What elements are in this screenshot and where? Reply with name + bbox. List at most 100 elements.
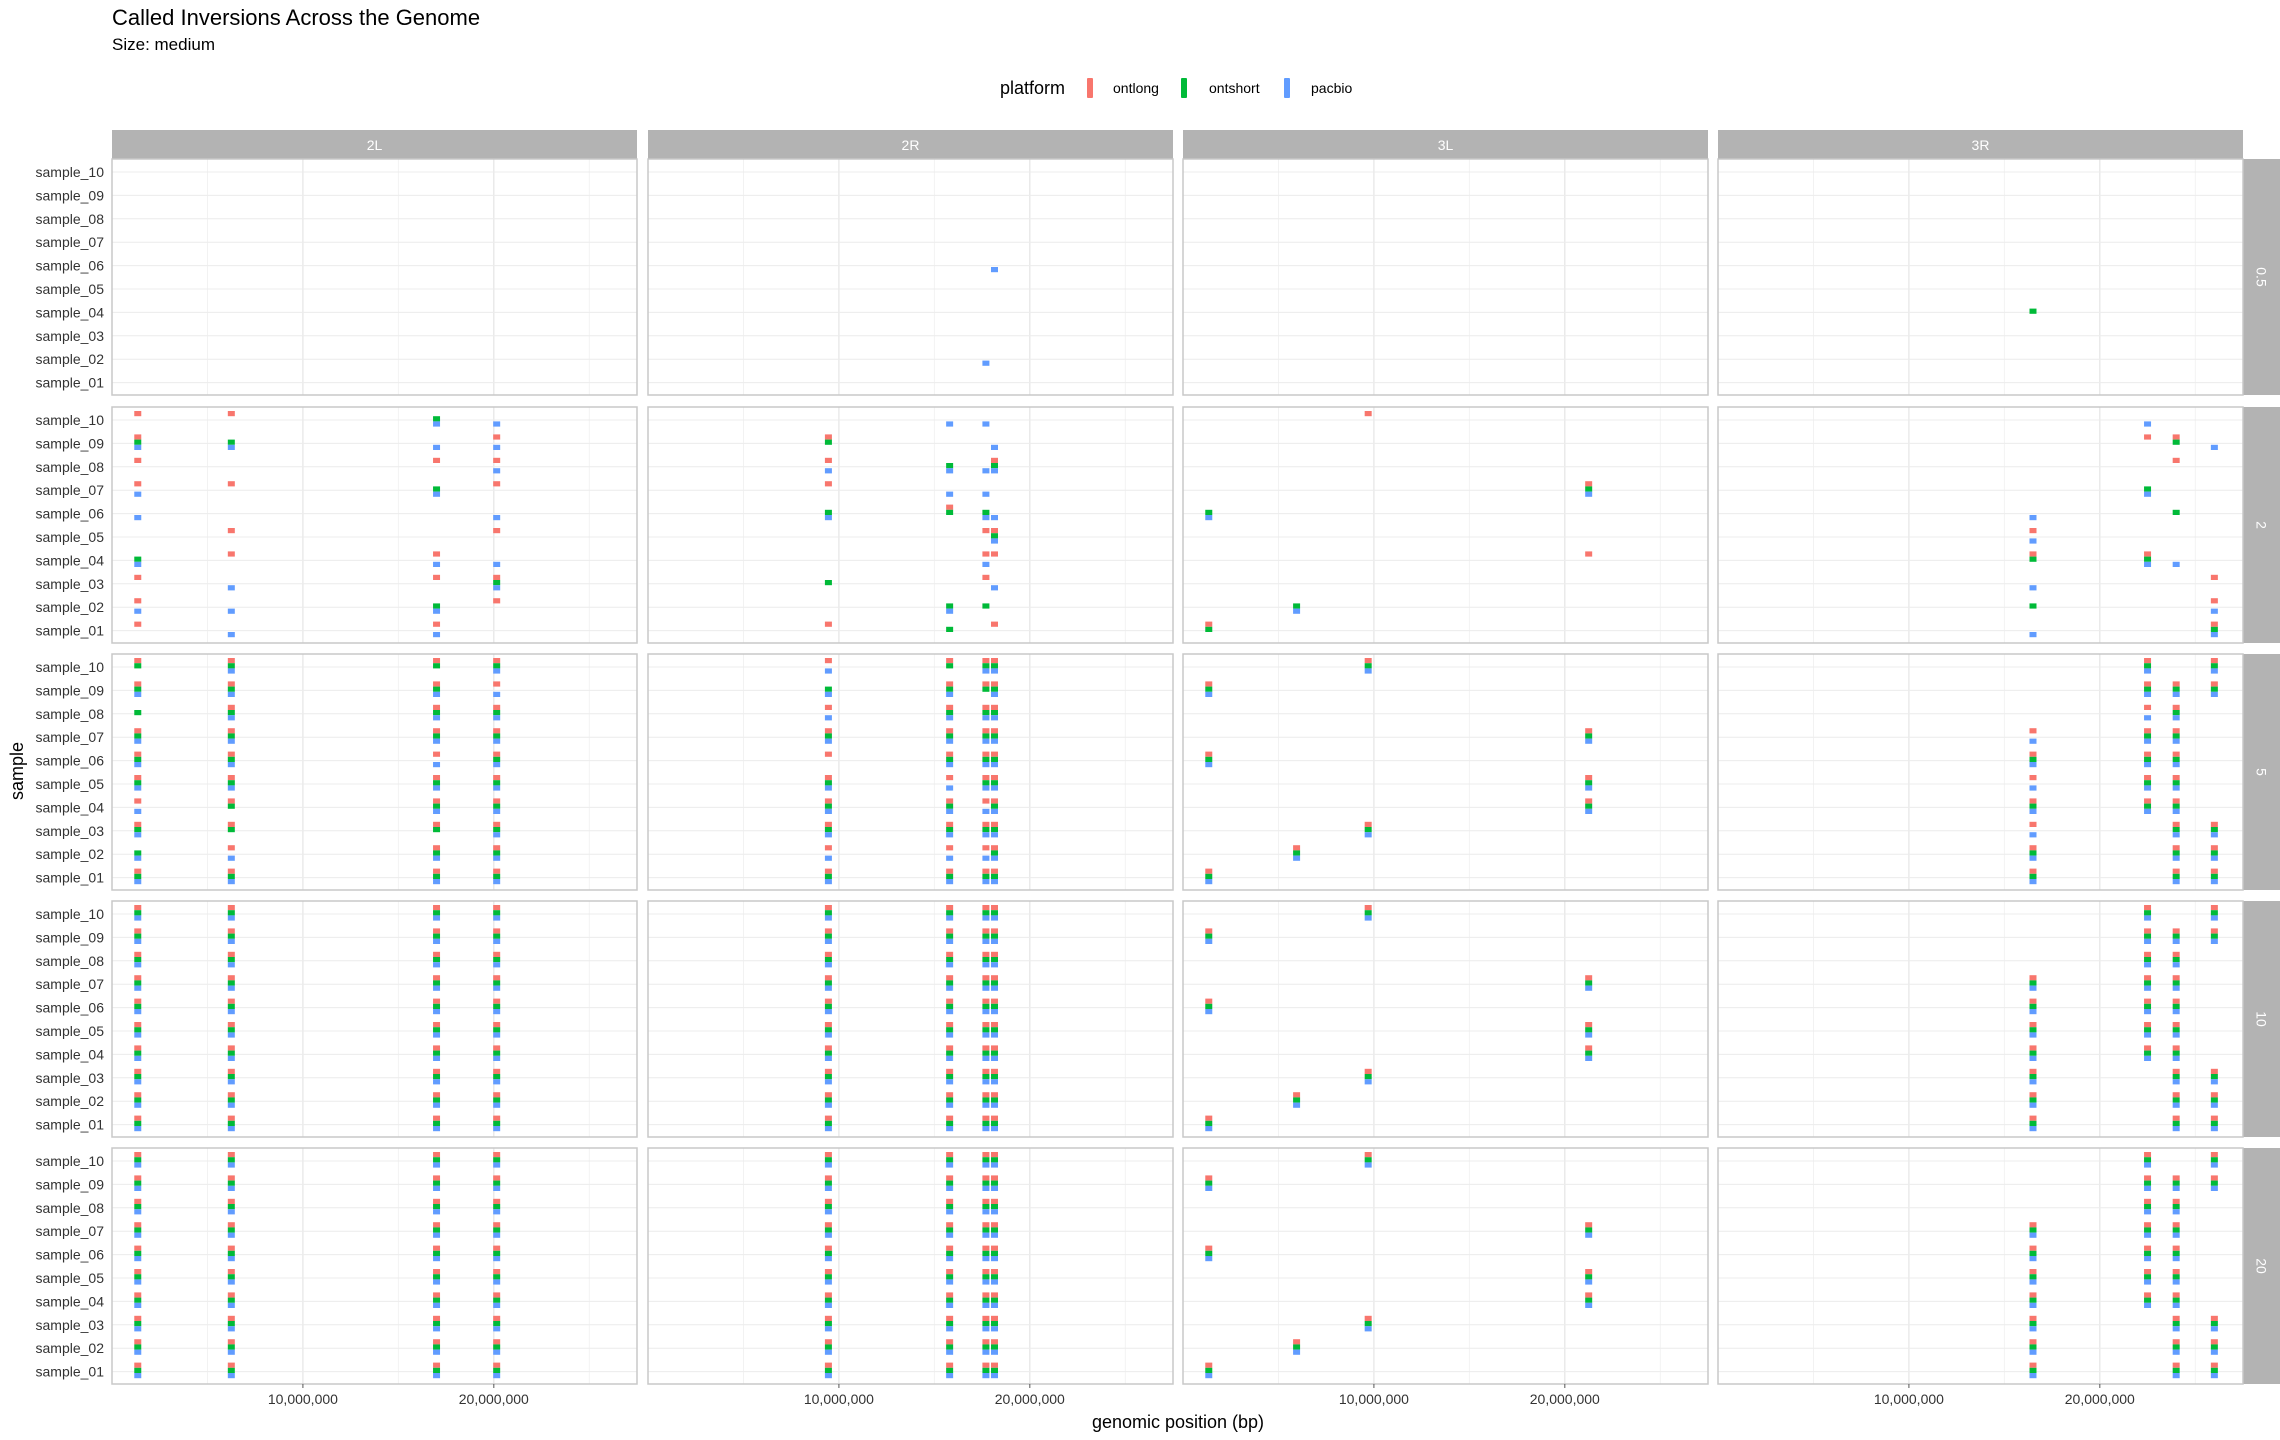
inversion-marker-ontlong	[433, 1152, 441, 1158]
inversion-marker-ontlong	[2029, 1315, 2037, 1321]
inversion-marker-ontshort	[824, 803, 832, 809]
inversion-marker-ontlong	[1205, 1115, 1213, 1121]
inversion-marker-pacbio	[2029, 1232, 2037, 1238]
inversion-marker-ontshort	[493, 910, 501, 916]
inversion-marker-ontshort	[134, 1157, 142, 1163]
inversion-marker-ontlong	[1205, 1175, 1213, 1181]
inversion-marker-pacbio	[134, 832, 142, 838]
inversion-marker-pacbio	[2029, 1032, 2037, 1038]
inversion-marker-ontshort	[2144, 556, 2152, 562]
inversion-marker-ontshort	[227, 910, 235, 916]
inversion-marker-ontlong	[824, 704, 832, 710]
inversion-marker-pacbio	[946, 985, 954, 991]
inversion-marker-ontlong	[982, 1198, 990, 1204]
inversion-marker-ontshort	[824, 1180, 832, 1186]
inversion-marker-pacbio	[2029, 1079, 2037, 1085]
inversion-marker-ontshort	[2172, 1003, 2180, 1009]
inversion-marker-pacbio	[991, 1209, 998, 1215]
inversion-marker-ontshort	[227, 1250, 235, 1256]
inversion-marker-ontshort	[1364, 1074, 1372, 1080]
inversion-marker-ontlong	[134, 951, 142, 957]
inversion-marker-ontlong	[2172, 728, 2180, 734]
inversion-marker-ontshort	[227, 873, 235, 879]
inversion-marker-ontlong	[946, 658, 954, 664]
inversion-marker-ontlong	[1585, 1222, 1593, 1228]
inversion-marker-ontlong	[946, 704, 954, 710]
inversion-marker-pacbio	[991, 1326, 998, 1332]
inversion-marker-ontshort	[2172, 803, 2180, 809]
inversion-marker-ontlong	[2144, 775, 2152, 781]
inversion-marker-ontshort	[2172, 1321, 2180, 1327]
inversion-marker-ontlong	[2144, 1245, 2152, 1251]
inversion-marker-ontshort	[2029, 1227, 2037, 1233]
inversion-marker-pacbio	[433, 1326, 441, 1332]
inversion-marker-ontshort	[134, 1120, 142, 1126]
inversion-marker-pacbio	[946, 1032, 954, 1038]
inversion-marker-ontlong	[493, 1068, 501, 1074]
inversion-marker-ontlong	[1205, 1362, 1213, 1368]
inversion-marker-pacbio	[433, 561, 441, 567]
inversion-marker-ontlong	[824, 1022, 832, 1028]
inversion-marker-ontshort	[134, 439, 142, 445]
inversion-marker-ontshort	[991, 1157, 998, 1163]
inversion-marker-ontshort	[2029, 1250, 2037, 1256]
inversion-marker-pacbio	[433, 1232, 441, 1238]
inversion-marker-ontshort	[493, 803, 501, 809]
inversion-marker-ontshort	[2144, 1227, 2152, 1233]
inversion-marker-ontshort	[946, 1321, 954, 1327]
inversion-marker-ontshort	[982, 756, 990, 762]
inversion-marker-ontlong	[134, 481, 142, 487]
inversion-marker-ontshort	[2172, 1027, 2180, 1033]
inversion-marker-pacbio	[2029, 808, 2037, 814]
inversion-marker-ontshort	[134, 850, 142, 856]
inversion-marker-ontlong	[493, 1092, 501, 1098]
strip-label-2L: 2L	[367, 137, 383, 153]
inversion-marker-pacbio	[991, 267, 998, 273]
y-tick-label: sample_01	[36, 623, 105, 639]
facet-grid: 2L 2R 3L 3R0.5sample_01sample_02sample_03sa…	[36, 130, 2280, 1407]
inversion-marker-pacbio	[991, 444, 998, 450]
inversion-marker-ontlong	[982, 1092, 990, 1098]
inversion-marker-ontlong	[2144, 928, 2152, 934]
inversion-marker-ontshort	[2172, 1227, 2180, 1233]
inversion-marker-pacbio	[134, 515, 142, 521]
inversion-marker-ontlong	[1585, 1269, 1593, 1275]
inversion-marker-ontlong	[2029, 1362, 2037, 1368]
inversion-marker-ontlong	[824, 457, 832, 463]
inversion-marker-pacbio	[946, 785, 954, 791]
inversion-marker-ontlong	[433, 1068, 441, 1074]
inversion-marker-ontlong	[493, 457, 501, 463]
inversion-marker-ontshort	[946, 980, 954, 986]
inversion-marker-pacbio	[824, 879, 832, 885]
inversion-marker-pacbio	[2144, 808, 2152, 814]
inversion-marker-ontshort	[2029, 1297, 2037, 1303]
inversion-marker-ontlong	[2144, 905, 2152, 911]
inversion-marker-ontlong	[493, 481, 501, 487]
inversion-marker-ontlong	[824, 1245, 832, 1251]
inversion-marker-pacbio	[493, 444, 501, 450]
inversion-marker-ontshort	[991, 827, 998, 833]
inversion-marker-ontlong	[227, 1115, 235, 1121]
inversion-marker-ontshort	[991, 1274, 998, 1280]
inversion-marker-ontshort	[824, 827, 832, 833]
chart-title: Called Inversions Across the Genome	[112, 5, 480, 30]
inversion-marker-ontshort	[2144, 933, 2152, 939]
inversion-marker-pacbio	[2144, 1232, 2152, 1238]
inversion-marker-pacbio	[991, 691, 998, 697]
inversion-marker-pacbio	[227, 1302, 235, 1308]
inversion-marker-pacbio	[227, 668, 235, 674]
inversion-marker-pacbio	[227, 1232, 235, 1238]
inversion-marker-pacbio	[227, 1102, 235, 1108]
inversion-marker-pacbio	[134, 1209, 142, 1215]
inversion-marker-ontshort	[1205, 1120, 1213, 1126]
inversion-marker-ontlong	[134, 751, 142, 757]
inversion-marker-pacbio	[991, 879, 998, 885]
inversion-marker-ontshort	[2029, 1027, 2037, 1033]
inversion-marker-ontshort	[433, 486, 441, 492]
inversion-marker-pacbio	[134, 1126, 142, 1132]
inversion-marker-ontshort	[982, 1050, 990, 1056]
inversion-marker-ontlong	[493, 1022, 501, 1028]
inversion-marker-ontshort	[134, 1297, 142, 1303]
inversion-marker-ontshort	[982, 873, 990, 879]
inversion-marker-pacbio	[227, 444, 235, 450]
